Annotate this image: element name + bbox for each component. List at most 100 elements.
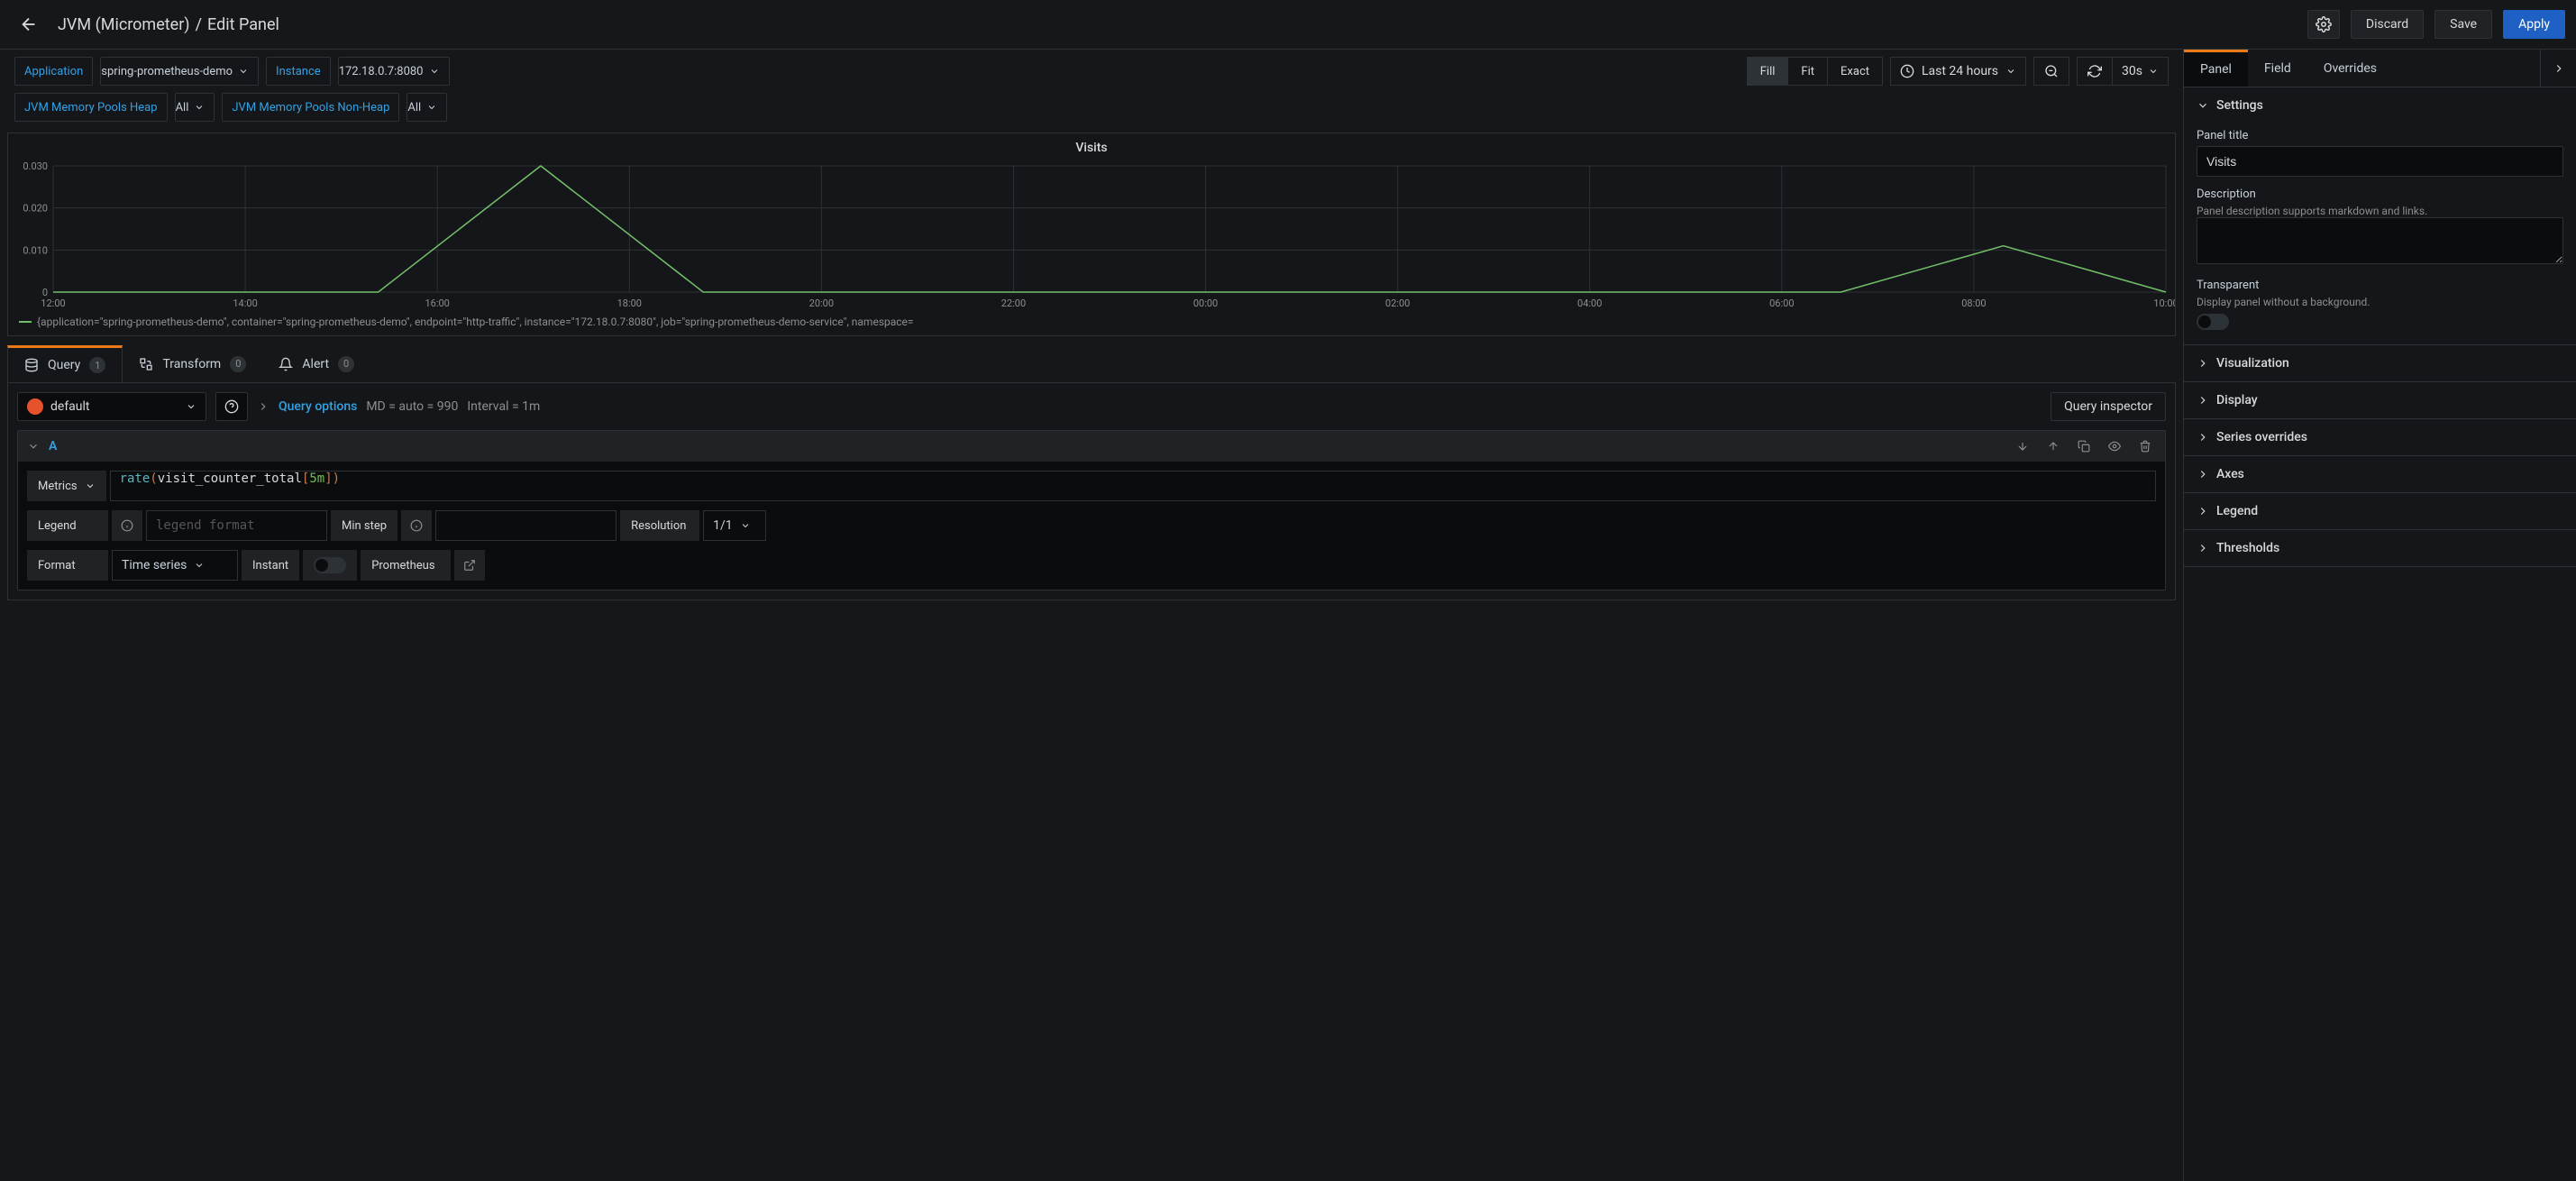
back-button[interactable] xyxy=(11,8,47,41)
panel-settings-gear[interactable] xyxy=(2307,10,2340,39)
transparent-toggle[interactable] xyxy=(2197,314,2229,330)
chevron-right-icon xyxy=(2197,542,2209,554)
section-thresholds[interactable]: Thresholds xyxy=(2184,530,2576,566)
section-display[interactable]: Display xyxy=(2184,382,2576,418)
alert-count-badge: 0 xyxy=(338,356,354,372)
chevron-down-icon xyxy=(2197,99,2209,112)
minstep-label: Min step xyxy=(331,510,397,541)
section-series-overrides[interactable]: Series overrides xyxy=(2184,419,2576,455)
tab-field[interactable]: Field xyxy=(2248,50,2307,87)
legend-label: Legend xyxy=(27,510,108,541)
tab-alert[interactable]: Alert 0 xyxy=(262,345,370,382)
chevron-down-icon xyxy=(186,401,196,412)
chevron-right-icon xyxy=(2553,62,2565,75)
transparent-label: Transparent xyxy=(2197,279,2563,292)
move-down-button[interactable] xyxy=(2012,435,2033,457)
discard-button[interactable]: Discard xyxy=(2351,10,2424,39)
section-legend[interactable]: Legend xyxy=(2184,493,2576,529)
view-mode-fit[interactable]: Fit xyxy=(1788,57,1828,86)
panel-preview: Visits 00.0100.0200.03012:0014:0016:0018… xyxy=(7,133,2176,336)
section-settings-header[interactable]: Settings xyxy=(2184,87,2576,124)
var-application[interactable]: Application xyxy=(14,57,93,86)
chevron-down-icon xyxy=(194,560,205,571)
collapse-sidebar-button[interactable] xyxy=(2540,50,2576,87)
query-expr-input[interactable]: rate(visit_counter_total[5m]) xyxy=(110,471,2156,501)
transparent-sublabel: Display panel without a background. xyxy=(2197,296,2563,308)
save-button[interactable]: Save xyxy=(2434,10,2492,39)
breadcrumb-dashboard: JVM (Micrometer) xyxy=(58,15,190,34)
var-application-value[interactable]: spring-prometheus-demo xyxy=(100,57,259,86)
prometheus-icon xyxy=(27,398,43,415)
panel-title-input[interactable] xyxy=(2197,146,2563,177)
format-select[interactable]: Time series xyxy=(112,550,238,581)
move-up-button[interactable] xyxy=(2042,435,2064,457)
view-mode-fill[interactable]: Fill xyxy=(1747,57,1789,86)
chevron-down-icon xyxy=(426,102,437,113)
query-a: A Metrics rate(visit_c xyxy=(17,430,2166,590)
info-icon xyxy=(410,519,423,532)
instant-toggle[interactable] xyxy=(314,557,346,573)
breadcrumb-page: Edit Panel xyxy=(207,15,279,34)
tab-overrides[interactable]: Overrides xyxy=(2307,50,2393,87)
chevron-right-icon[interactable] xyxy=(257,400,269,413)
chevron-down-icon xyxy=(2005,66,2016,77)
legend-help[interactable] xyxy=(112,510,142,541)
chevron-right-icon xyxy=(2197,431,2209,444)
section-visualization[interactable]: Visualization xyxy=(2184,345,2576,381)
apply-button[interactable]: Apply xyxy=(2503,10,2565,39)
query-count-badge: 1 xyxy=(89,357,105,373)
var-heap-value[interactable]: All xyxy=(175,93,215,122)
var-heap[interactable]: JVM Memory Pools Heap xyxy=(14,93,168,122)
svg-text:12:00: 12:00 xyxy=(41,298,65,309)
minstep-input[interactable] xyxy=(435,510,617,541)
svg-text:16:00: 16:00 xyxy=(425,298,449,309)
var-instance-label: Instance xyxy=(267,65,330,78)
clock-icon xyxy=(1900,64,1914,78)
svg-text:22:00: 22:00 xyxy=(1001,298,1026,309)
svg-text:10:00: 10:00 xyxy=(2153,298,2175,309)
datasource-help-button[interactable] xyxy=(215,392,248,421)
refresh-button[interactable] xyxy=(2077,57,2113,86)
chart: 00.0100.0200.03012:0014:0016:0018:0020:0… xyxy=(8,159,2175,312)
refresh-interval-select[interactable]: 30s xyxy=(2113,57,2169,86)
duplicate-button[interactable] xyxy=(2073,435,2095,457)
datasource-select[interactable]: default xyxy=(17,392,206,421)
resolution-select[interactable]: 1/1 xyxy=(703,510,766,541)
query-options-toggle[interactable]: Query options xyxy=(279,399,357,414)
series-legend: {application="spring-prometheus-demo", c… xyxy=(8,312,2175,335)
transform-count-badge: 0 xyxy=(230,356,246,372)
breadcrumb-sep: / xyxy=(196,15,202,34)
legend-input[interactable] xyxy=(146,510,327,541)
zoom-out-button[interactable] xyxy=(2033,57,2069,86)
minstep-help[interactable] xyxy=(401,510,432,541)
time-range-picker[interactable]: Last 24 hours xyxy=(1890,57,2026,86)
tab-query[interactable]: Query 1 xyxy=(7,345,123,382)
metrics-dropdown[interactable]: Metrics xyxy=(27,471,106,501)
section-axes[interactable]: Axes xyxy=(2184,456,2576,492)
chevron-right-icon xyxy=(2197,394,2209,407)
var-nonheap-value[interactable]: All xyxy=(406,93,447,122)
toggle-visibility-button[interactable] xyxy=(2104,435,2125,457)
breadcrumb: JVM (Micrometer) / Edit Panel xyxy=(58,15,279,34)
var-instance[interactable]: Instance xyxy=(266,57,331,86)
tab-transform[interactable]: Transform 0 xyxy=(123,345,262,382)
tab-panel[interactable]: Panel xyxy=(2184,50,2248,87)
info-icon xyxy=(121,519,133,532)
database-icon xyxy=(24,358,39,372)
query-inspector-button[interactable]: Query inspector xyxy=(2051,392,2166,421)
chevron-down-icon xyxy=(2148,66,2159,77)
description-input[interactable] xyxy=(2197,217,2563,264)
zoom-out-icon xyxy=(2044,64,2059,78)
view-mode-exact[interactable]: Exact xyxy=(1828,57,1883,86)
legend-swatch xyxy=(19,321,32,323)
delete-query-button[interactable] xyxy=(2134,435,2156,457)
query-options-md: MD = auto = 990 xyxy=(366,399,458,414)
var-nonheap[interactable]: JVM Memory Pools Non-Heap xyxy=(222,93,399,122)
chevron-down-icon xyxy=(194,102,205,113)
chevron-right-icon xyxy=(2197,505,2209,517)
description-sublabel: Panel description supports markdown and … xyxy=(2197,205,2563,217)
panel-title-label: Panel title xyxy=(2197,129,2563,142)
chevron-down-icon[interactable] xyxy=(27,440,40,453)
prometheus-link[interactable] xyxy=(454,550,485,581)
var-instance-value[interactable]: 172.18.0.7:8080 xyxy=(338,57,450,86)
